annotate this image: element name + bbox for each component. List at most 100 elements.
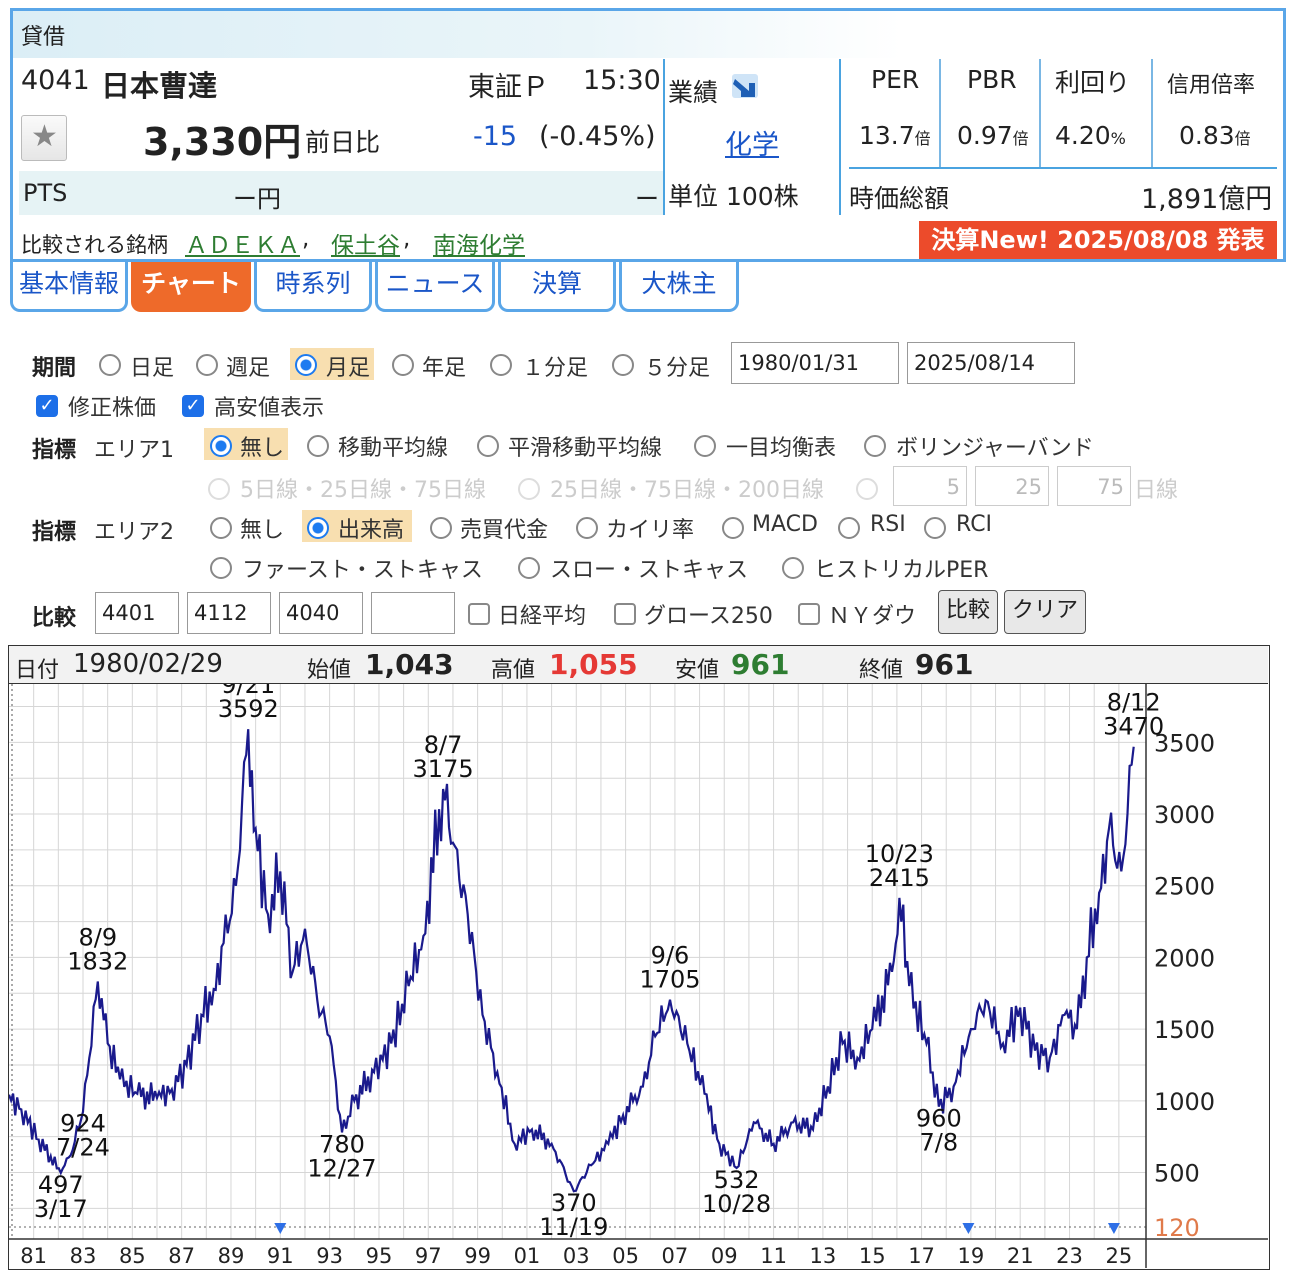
x-tick-label: 15: [859, 1244, 886, 1268]
radio-historical-per[interactable]: [782, 557, 804, 579]
compare-check-label: グロース250: [644, 604, 773, 629]
earnings-announcement-badge[interactable]: 決算New! 2025/08/08 発表: [919, 221, 1277, 259]
pts-label: PTS: [23, 179, 68, 207]
compare-link-hodogaya[interactable]: 保土谷: [331, 226, 400, 260]
radio-trading-value[interactable]: [430, 517, 452, 539]
compare-code-input-3[interactable]: 4040: [279, 592, 363, 634]
radio-bollinger[interactable]: [864, 435, 886, 457]
divider: [1039, 59, 1041, 167]
radio-rsi[interactable]: [838, 517, 860, 539]
checkbox-growth250[interactable]: [614, 603, 636, 625]
compare-check-label: 日経平均: [498, 604, 587, 629]
radio-area2-none[interactable]: [210, 517, 232, 539]
radio-area1-none[interactable]: [210, 435, 232, 457]
y-tick-label: 2500: [1154, 873, 1215, 901]
margin-type-label: 貸借: [21, 25, 66, 50]
area1-option-label: 無し: [240, 436, 285, 461]
yield-value: 4.20%: [1055, 121, 1126, 150]
radio-slow-stochastic[interactable]: [518, 557, 540, 579]
open-label: 始値: [307, 658, 352, 683]
compare-label: 比較: [32, 606, 77, 631]
favorite-button[interactable]: ★: [21, 115, 67, 161]
area1-option-label: ボリンジャーバンド: [896, 436, 1094, 461]
radio-volume[interactable]: [307, 517, 329, 539]
industry-link[interactable]: 化学: [725, 123, 779, 162]
radio-5min[interactable]: [612, 354, 634, 376]
divider: [663, 59, 665, 215]
close-value: 961: [915, 648, 974, 681]
radio-smoothed-ma[interactable]: [477, 435, 499, 457]
radio-ma-preset-2[interactable]: [518, 478, 540, 500]
x-tick-label: 25: [1106, 1244, 1133, 1268]
market-cap-label: 時価総額: [849, 184, 950, 213]
tab-time-series[interactable]: 時系列: [254, 262, 372, 312]
tab-basic-info[interactable]: 基本情報: [10, 262, 128, 312]
period-option-label: １分足: [522, 356, 589, 381]
stock-code: 4041: [21, 65, 90, 96]
area1-option-label: 平滑移動平均線: [508, 436, 663, 461]
radio-ichimoku[interactable]: [694, 435, 716, 457]
compare-code-input-4[interactable]: [371, 592, 455, 634]
x-tick-label: 93: [316, 1244, 343, 1268]
checkbox-adjusted-price[interactable]: ✓: [36, 395, 58, 417]
margin-ratio-value: 0.83倍: [1179, 121, 1251, 150]
compare-code-input-1[interactable]: 4401: [95, 592, 179, 634]
x-tick-label: 89: [218, 1244, 245, 1268]
checkbox-nikkei[interactable]: [468, 603, 490, 625]
radio-monthly[interactable]: [295, 354, 317, 376]
price-change-pct: (-0.45%): [539, 121, 656, 152]
radio-ma-custom[interactable]: [856, 478, 878, 500]
area1-option-label: 一目均衡表: [726, 436, 837, 461]
chart-panel: 日付 1980/02/29 始値 1,043 高値 1,055 安値 961 終…: [8, 645, 1270, 1270]
compare-code-input-2[interactable]: 4112: [187, 592, 271, 634]
radio-moving-average[interactable]: [307, 435, 329, 457]
tab-chart[interactable]: チャート: [131, 262, 251, 312]
x-tick-label: 03: [563, 1244, 590, 1268]
radio-deviation-rate[interactable]: [576, 517, 598, 539]
pts-row: PTS ー円 ー: [19, 171, 663, 215]
per-label: PER: [871, 65, 920, 94]
price-change: -15: [473, 121, 518, 152]
peak-annotation-bottom: 1832: [67, 948, 128, 976]
clear-button[interactable]: クリア: [1004, 590, 1086, 634]
date-from-input[interactable]: 1980/01/31: [731, 342, 899, 384]
ma-input-short[interactable]: 5: [893, 466, 967, 506]
area2-option-label: スロー・ストキャス: [550, 558, 749, 583]
x-tick-label: 81: [20, 1244, 47, 1268]
tab-major-shareholders[interactable]: 大株主: [619, 262, 739, 312]
compare-button[interactable]: 比較: [938, 590, 998, 634]
per-unit: 倍: [914, 129, 931, 148]
tab-earnings[interactable]: 決算: [498, 262, 616, 312]
radio-rci[interactable]: [924, 517, 946, 539]
pts-change: ー: [635, 185, 659, 213]
yield-number: 4.20: [1055, 121, 1111, 150]
compare-link-adeka[interactable]: ＡＤＥＫＡ: [185, 226, 300, 260]
price-chart[interactable]: 4973/179247/248/918329/21359278012/278/7…: [9, 684, 1268, 1268]
radio-macd[interactable]: [722, 517, 744, 539]
ma-input-long[interactable]: 75: [1057, 466, 1131, 506]
period-option-label: 月足: [326, 356, 371, 381]
compare-link-nankai[interactable]: 南海化学: [433, 226, 525, 260]
period-option-label: ５分足: [644, 356, 711, 381]
date-value: 1980/02/29: [73, 649, 223, 679]
radio-daily[interactable]: [99, 354, 121, 376]
radio-yearly[interactable]: [392, 354, 414, 376]
price-time: 15:30: [583, 65, 661, 96]
tab-news[interactable]: ニュース: [375, 262, 495, 312]
peak-annotation-bottom: 3/17: [34, 1195, 88, 1223]
x-tick-label: 17: [908, 1244, 935, 1268]
date-to-input[interactable]: 2025/08/14: [907, 342, 1075, 384]
area2-option-label: RCI: [956, 512, 993, 537]
yield-unit: %: [1110, 129, 1126, 148]
period-label: 期間: [32, 356, 77, 381]
checkbox-high-low[interactable]: ✓: [182, 395, 204, 417]
y-tick-label: 3500: [1154, 729, 1215, 757]
change-label: 前日比: [305, 128, 381, 157]
checkbox-ny-dow[interactable]: [798, 603, 820, 625]
divider: [849, 167, 1277, 169]
ma-input-mid[interactable]: 25: [975, 466, 1049, 506]
radio-weekly[interactable]: [196, 354, 218, 376]
radio-1min[interactable]: [490, 354, 512, 376]
radio-fast-stochastic[interactable]: [210, 557, 232, 579]
radio-ma-preset-1[interactable]: [208, 478, 230, 500]
